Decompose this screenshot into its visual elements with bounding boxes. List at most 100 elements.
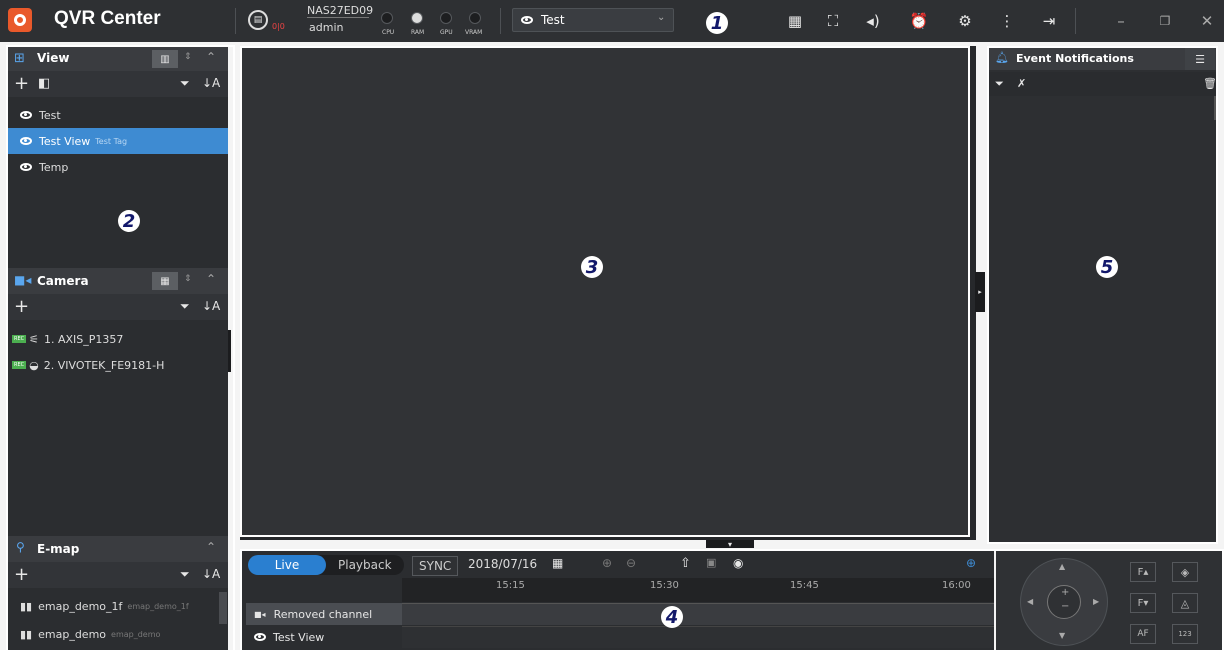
pan-down-arrow-icon[interactable]: ▼: [1059, 631, 1065, 640]
gpu-gauge: [440, 12, 452, 24]
rec-badge: REC: [12, 335, 27, 343]
preset-button[interactable]: 123: [1172, 624, 1198, 644]
camera-mode-icon[interactable]: ▦: [152, 272, 178, 290]
add-icon[interactable]: +: [14, 564, 29, 585]
camera-device-icon: ⚟: [29, 332, 39, 346]
collapse-chevron-icon[interactable]: ⌃: [206, 272, 216, 286]
calendar-icon[interactable]: ▦: [552, 556, 563, 570]
layout-icon[interactable]: ◧: [38, 76, 50, 91]
sort-icon[interactable]: ↓A: [202, 76, 220, 90]
gpu-label: GPU: [440, 29, 453, 36]
fullscreen-icon[interactable]: ⛶: [822, 10, 844, 32]
playback-tab[interactable]: Playback: [338, 558, 392, 572]
layout-grid-icon[interactable]: ▦: [784, 10, 806, 32]
camera-list-item[interactable]: REC ⚟ 1. AXIS_P1357: [8, 326, 228, 352]
map-icon: ▮▮: [20, 627, 33, 641]
focus-near-button[interactable]: F▴: [1130, 562, 1156, 582]
emap-list-item[interactable]: ▮▮ emap_demo emap_demo: [8, 620, 218, 648]
view-item-label: Temp: [39, 160, 69, 174]
vram-gauge: [469, 12, 481, 24]
zoom-minus-icon[interactable]: −: [1061, 601, 1069, 612]
timeline-row-label[interactable]: Test View: [246, 626, 402, 648]
server-icon[interactable]: ▤: [248, 10, 268, 30]
timeline-row-label[interactable]: ■◂ Removed channel: [246, 603, 402, 625]
time-ruler[interactable]: 15:15 15:30 15:45 16:00: [402, 578, 994, 602]
iris-close-icon[interactable]: ◬: [1172, 593, 1198, 613]
sort-spinner-icon[interactable]: ⇕: [184, 52, 192, 62]
camera-list: REC ⚟ 1. AXIS_P1357 REC ◒ 2. VIVOTEK_FE9…: [8, 326, 228, 378]
record-icon[interactable]: ◉: [733, 556, 743, 570]
timeline-track[interactable]: [402, 603, 994, 625]
panel-resize-handle[interactable]: [228, 330, 231, 372]
sort-spinner-icon[interactable]: ⇕: [184, 274, 192, 284]
more-menu-icon[interactable]: ⋮: [996, 10, 1018, 32]
volume-icon[interactable]: ◂): [862, 10, 884, 32]
focus-far-button[interactable]: F▾: [1130, 593, 1156, 613]
autofocus-button[interactable]: AF: [1130, 624, 1156, 644]
add-icon[interactable]: +: [14, 73, 29, 94]
export-icon[interactable]: ⇧: [680, 556, 691, 571]
time-tick: 15:30: [650, 580, 679, 591]
filter-icon[interactable]: ⏷: [180, 76, 190, 91]
timeline-track[interactable]: [402, 626, 994, 648]
bookmark-icon[interactable]: ▣: [706, 556, 716, 569]
camera-item-label: 2. VIVOTEK_FE9181-H: [43, 358, 165, 372]
server-name[interactable]: NAS27ED09: [307, 4, 373, 18]
view-list-item[interactable]: Test: [8, 102, 228, 128]
live-tab[interactable]: Live: [248, 555, 326, 575]
view-list-item-selected[interactable]: Test View Test Tag: [8, 128, 228, 154]
filter-icon[interactable]: ⏷: [180, 567, 190, 582]
eye-icon: [20, 163, 32, 171]
emap-list: ▮▮ emap_demo_1f emap_demo_1f ▮▮ emap_dem…: [8, 592, 218, 648]
annotation-marker-5: 5: [1096, 256, 1118, 278]
divider: [500, 8, 501, 34]
annotation-marker-2: 2: [118, 210, 140, 232]
collapse-chevron-icon[interactable]: ⌃: [206, 50, 216, 64]
view-selector-dropdown[interactable]: Test ⌄: [512, 8, 674, 32]
ptz-joystick[interactable]: ▲ ▼ ◀ ▶ + −: [1020, 558, 1108, 646]
collapse-down-arrow-icon[interactable]: ▾: [706, 540, 754, 549]
annotation-marker-1: 1: [706, 12, 728, 34]
server-status-counts: 0|0: [272, 22, 285, 31]
zoom-plus-icon[interactable]: +: [1061, 587, 1069, 598]
globe-icon[interactable]: ⊕: [966, 556, 976, 570]
video-display-area[interactable]: [240, 46, 970, 537]
settings-gear-icon[interactable]: ⚙: [954, 10, 976, 32]
sort-icon[interactable]: ↓A: [202, 299, 220, 313]
ram-gauge: [411, 12, 423, 24]
zoom-out-icon[interactable]: ⊖: [626, 556, 636, 570]
camera-list-item[interactable]: REC ◒ 2. VIVOTEK_FE9181-H: [8, 352, 228, 378]
divider: [1075, 8, 1076, 34]
restore-icon[interactable]: ❐: [1154, 10, 1176, 32]
view-toolbar: + ◧ ⏷ ↓A: [8, 71, 228, 97]
zoom-in-icon[interactable]: ⊕: [602, 556, 612, 570]
alarm-icon[interactable]: ⏰: [908, 10, 930, 32]
view-list-item[interactable]: Temp: [8, 154, 228, 180]
timeline-date: 2018/07/16: [468, 557, 538, 571]
ram-label: RAM: [411, 29, 425, 36]
live-playback-toggle: Live Playback: [248, 555, 404, 575]
logout-icon[interactable]: ⇥: [1038, 10, 1060, 32]
time-tick: 15:15: [496, 580, 525, 591]
emap-list-item[interactable]: ▮▮ emap_demo_1f emap_demo_1f: [8, 592, 218, 620]
add-icon[interactable]: +: [14, 296, 29, 317]
view-mode-icon[interactable]: ▥: [152, 50, 178, 68]
camera-toolbar: + ⏷ ↓A: [8, 294, 228, 320]
divider: [235, 8, 236, 34]
close-icon[interactable]: ✕: [1196, 10, 1218, 32]
pan-right-arrow-icon[interactable]: ▶: [1093, 597, 1099, 606]
sort-icon[interactable]: ↓A: [202, 567, 220, 581]
minimize-icon[interactable]: –: [1110, 10, 1132, 32]
emap-scrollbar[interactable]: [219, 592, 227, 624]
pan-left-arrow-icon[interactable]: ◀: [1027, 597, 1033, 606]
emap-item-tag: emap_demo_1f: [127, 601, 189, 611]
filter-icon[interactable]: ⏷: [180, 299, 190, 314]
collapse-chevron-icon[interactable]: ⌃: [206, 540, 216, 554]
expand-right-arrow-icon[interactable]: ▸: [975, 272, 985, 312]
server-user: admin: [309, 21, 344, 34]
iris-open-icon[interactable]: ◈: [1172, 562, 1198, 582]
pan-up-arrow-icon[interactable]: ▲: [1059, 562, 1065, 571]
timeline-row-name: Test View: [273, 630, 325, 644]
emap-section-title: E-map: [37, 542, 80, 556]
sync-button[interactable]: SYNC: [412, 556, 459, 576]
